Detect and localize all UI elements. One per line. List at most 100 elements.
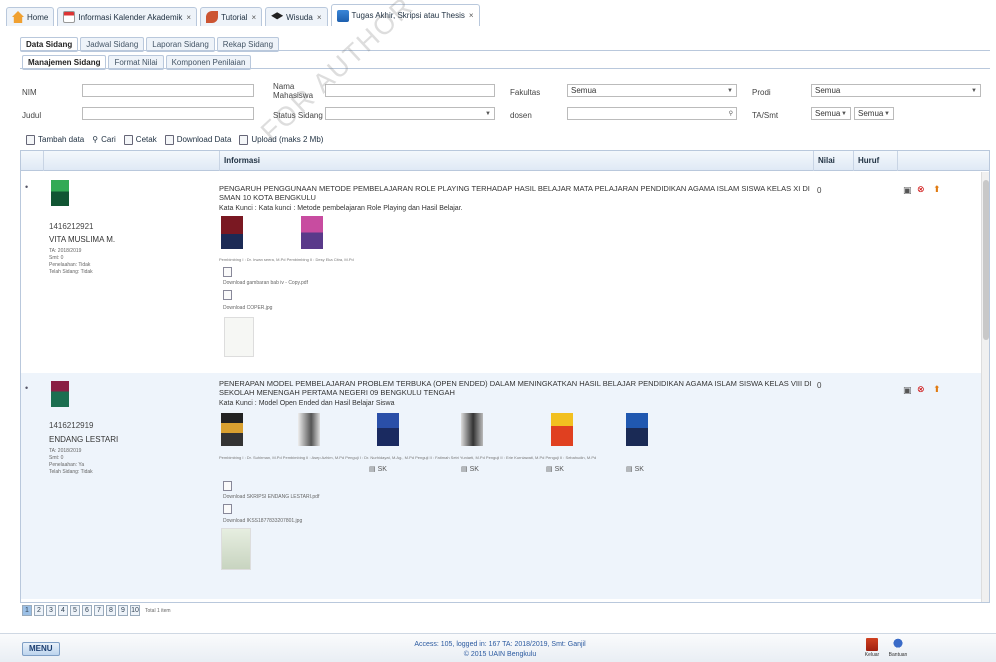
student-meta-smt: Smt: 0 — [49, 455, 64, 461]
close-icon[interactable]: × — [317, 13, 322, 22]
vertical-scrollbar[interactable] — [981, 172, 989, 602]
student-meta-sidang: Telah Sidang: Tidak — [49, 469, 93, 475]
judul-label: Judul — [22, 111, 42, 120]
judul-field[interactable] — [82, 107, 254, 120]
supervisor-photo — [626, 413, 648, 446]
search-icon: ⚲ — [92, 135, 99, 144]
download-link[interactable]: Download COPER.jpg — [223, 305, 272, 311]
download-link[interactable]: Download IKSS1877833207801.jpg — [223, 518, 302, 524]
status-select[interactable]: ▼ — [325, 107, 495, 120]
student-meta-review: Penelaahan: Ya — [49, 462, 85, 468]
document-icon — [26, 134, 35, 145]
fakultas-select[interactable]: Semua ▼ — [567, 84, 737, 97]
tab-kalender-label: Informasi Kalender Akademik — [78, 12, 183, 22]
tab-home-label: Home — [27, 12, 49, 22]
tab-home[interactable]: Home — [6, 7, 55, 26]
upload-button[interactable]: Upload (maks 2 Mb) — [239, 134, 323, 145]
search-button[interactable]: ⚲ Cari — [92, 135, 116, 144]
student-nim: 1416212919 — [49, 421, 94, 430]
tab-wisuda[interactable]: Wisuda × — [265, 7, 328, 26]
tab-kalender-akademik[interactable]: Informasi Kalender Akademik × — [57, 7, 198, 26]
page-button[interactable]: 3 — [46, 605, 56, 616]
cover-thumbnail[interactable] — [221, 528, 251, 570]
print-icon[interactable]: ▣ — [903, 385, 912, 396]
ta-select[interactable]: Semua ▼ — [811, 107, 851, 120]
printer-icon — [123, 134, 133, 145]
print-label: Cetak — [135, 135, 157, 144]
page-button[interactable]: 1 — [22, 605, 32, 616]
header-informasi: Informasi — [219, 151, 813, 171]
logout-button[interactable]: Keluar — [862, 638, 882, 658]
expand-icon[interactable]: • — [25, 383, 28, 393]
chevron-down-icon: ▼ — [884, 110, 890, 117]
page-button[interactable]: 4 — [58, 605, 68, 616]
nama-field[interactable] — [325, 84, 495, 97]
dosen-label: dosen — [510, 111, 532, 120]
calendar-icon — [63, 11, 76, 23]
graduation-cap-icon — [271, 12, 284, 20]
table-row: • 1416212919 ENDANG LESTARI TA: 2018/201… — [21, 373, 989, 599]
pdf-icon — [223, 481, 232, 491]
page-button[interactable]: 2 — [34, 605, 44, 616]
sk-link[interactable]: ▤ SK — [461, 465, 479, 473]
toolbar: Tambah data ⚲ Cari Cetak Download Data Up… — [20, 130, 990, 149]
page-button[interactable]: 8 — [106, 605, 116, 616]
logout-label: Keluar — [864, 652, 880, 658]
print-icon[interactable]: ▣ — [903, 185, 912, 196]
avatar — [51, 180, 69, 206]
page-button[interactable]: 9 — [118, 605, 128, 616]
delete-icon[interactable]: ⊗ — [917, 384, 925, 395]
delete-icon[interactable]: ⊗ — [917, 184, 925, 195]
thesis-keywords: Kata Kunci : Model Open Ended dan Hasil … — [219, 400, 395, 407]
student-meta-ta: TA: 2018/2019 — [49, 248, 82, 254]
search-icon[interactable]: ⚲ — [729, 110, 733, 117]
supervisor-photo — [377, 413, 399, 446]
student-meta-ta: TA: 2018/2019 — [49, 448, 82, 454]
student-meta-sidang: Telah Sidang: Tidak — [49, 269, 93, 275]
scrollbar-thumb[interactable] — [983, 180, 989, 340]
nilai-value: 0 — [817, 381, 822, 390]
tutorial-icon — [206, 11, 219, 23]
nim-field[interactable] — [82, 84, 254, 97]
sk-label: SK — [469, 466, 479, 473]
page-button[interactable]: 10 — [130, 605, 140, 616]
grid-header: Informasi Nilai Huruf — [21, 151, 989, 171]
prodi-value: Semua — [815, 86, 841, 95]
expand-icon[interactable]: • — [25, 182, 28, 192]
print-button[interactable]: Cetak — [123, 134, 157, 145]
smt-select[interactable]: Semua ▼ — [854, 107, 894, 120]
edit-icon[interactable]: ⬆ — [933, 184, 941, 195]
close-icon[interactable]: × — [251, 13, 256, 22]
supervisors-caption: Pembimbing I : Dr. Suhirman, M.Pd Pembim… — [219, 455, 597, 460]
student-meta-smt: Smt: 0 — [49, 255, 64, 261]
data-grid: Informasi Nilai Huruf • 1416212921 VITA … — [20, 150, 990, 603]
sk-link[interactable]: ▤ SK — [546, 465, 564, 473]
page-button[interactable]: 6 — [82, 605, 92, 616]
menu-button[interactable]: MENU — [22, 642, 60, 656]
dosen-field[interactable]: ⚲ — [567, 107, 737, 120]
download-link[interactable]: Download gambaran bab iv - Copy.pdf — [223, 280, 308, 286]
page-button[interactable]: 5 — [70, 605, 80, 616]
supervisor-photo — [551, 413, 573, 446]
student-nim: 1416212921 — [49, 222, 94, 231]
prodi-select[interactable]: Semua ▼ — [811, 84, 981, 97]
close-icon[interactable]: × — [186, 13, 191, 22]
sk-link[interactable]: ▤ SK — [369, 465, 387, 473]
student-name: ENDANG LESTARI — [49, 435, 119, 444]
thesis-title: PENGARUH PENGGUNAAN METODE PEMBELAJARAN … — [219, 184, 810, 202]
cover-thumbnail[interactable] — [224, 317, 254, 357]
divider — [20, 50, 990, 51]
supervisor-photo — [298, 413, 320, 446]
help-button[interactable]: Bantuan — [888, 638, 908, 658]
page-button[interactable]: 7 — [94, 605, 104, 616]
edit-icon[interactable]: ⬆ — [933, 384, 941, 395]
sk-link[interactable]: ▤ SK — [626, 465, 644, 473]
add-data-button[interactable]: Tambah data — [26, 134, 84, 145]
tab-tugas-akhir[interactable]: Tugas Akhir, Skripsi atau Thesis × — [330, 4, 480, 26]
tab-tutorial[interactable]: Tutorial × — [200, 7, 263, 26]
download-data-button[interactable]: Download Data — [164, 134, 231, 145]
download-link[interactable]: Download SKRIPSI ENDANG LESTARI.pdf — [223, 494, 319, 500]
close-icon[interactable]: × — [469, 11, 474, 20]
home-icon — [12, 11, 24, 23]
help-label: Bantuan — [888, 652, 908, 658]
